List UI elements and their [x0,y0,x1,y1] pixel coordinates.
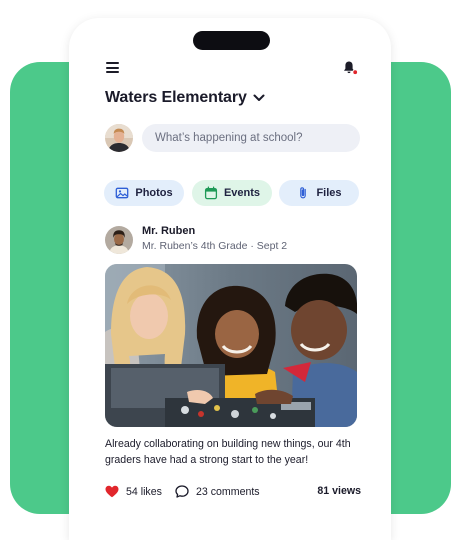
school-selector[interactable]: Waters Elementary [105,89,265,107]
heart-icon [105,485,119,498]
like-button[interactable]: 54 likes [105,485,162,498]
post-caption: Already collaborating on building new th… [105,438,351,466]
author-avatar[interactable] [105,226,133,254]
comments-button[interactable]: 23 comments [175,485,260,498]
hamburger-menu-icon[interactable] [106,62,119,74]
photos-label: Photos [135,187,173,199]
files-button[interactable]: Files [279,180,359,206]
files-label: Files [316,187,342,199]
post-stats: 54 likes 23 comments 81 views [105,485,361,501]
post-author-name[interactable]: Mr. Ruben [142,225,195,237]
likes-count: 54 likes [126,485,162,498]
school-name: Waters Elementary [105,89,247,106]
image-icon [116,187,129,199]
post-subtitle: Mr. Ruben’s 4th Grade · Sept 2 [142,240,288,252]
calendar-icon [204,186,218,200]
chevron-down-icon [253,94,265,101]
comments-count: 23 comments [196,485,260,498]
events-label: Events [223,187,261,199]
stage: Waters Elementary What’s happening at sc… [0,0,462,540]
notification-bell-icon[interactable] [341,59,359,77]
paperclip-icon [300,187,307,199]
compose-input[interactable]: What’s happening at school? [142,124,360,152]
events-button[interactable]: Events [192,180,272,206]
comment-icon [175,485,189,498]
views-count: 81 views [317,485,361,497]
phone-frame: Waters Elementary What’s happening at sc… [69,18,391,540]
user-avatar[interactable] [105,124,133,152]
phone-notch [193,31,270,50]
photos-button[interactable]: Photos [104,180,184,206]
post-image[interactable] [105,264,357,427]
